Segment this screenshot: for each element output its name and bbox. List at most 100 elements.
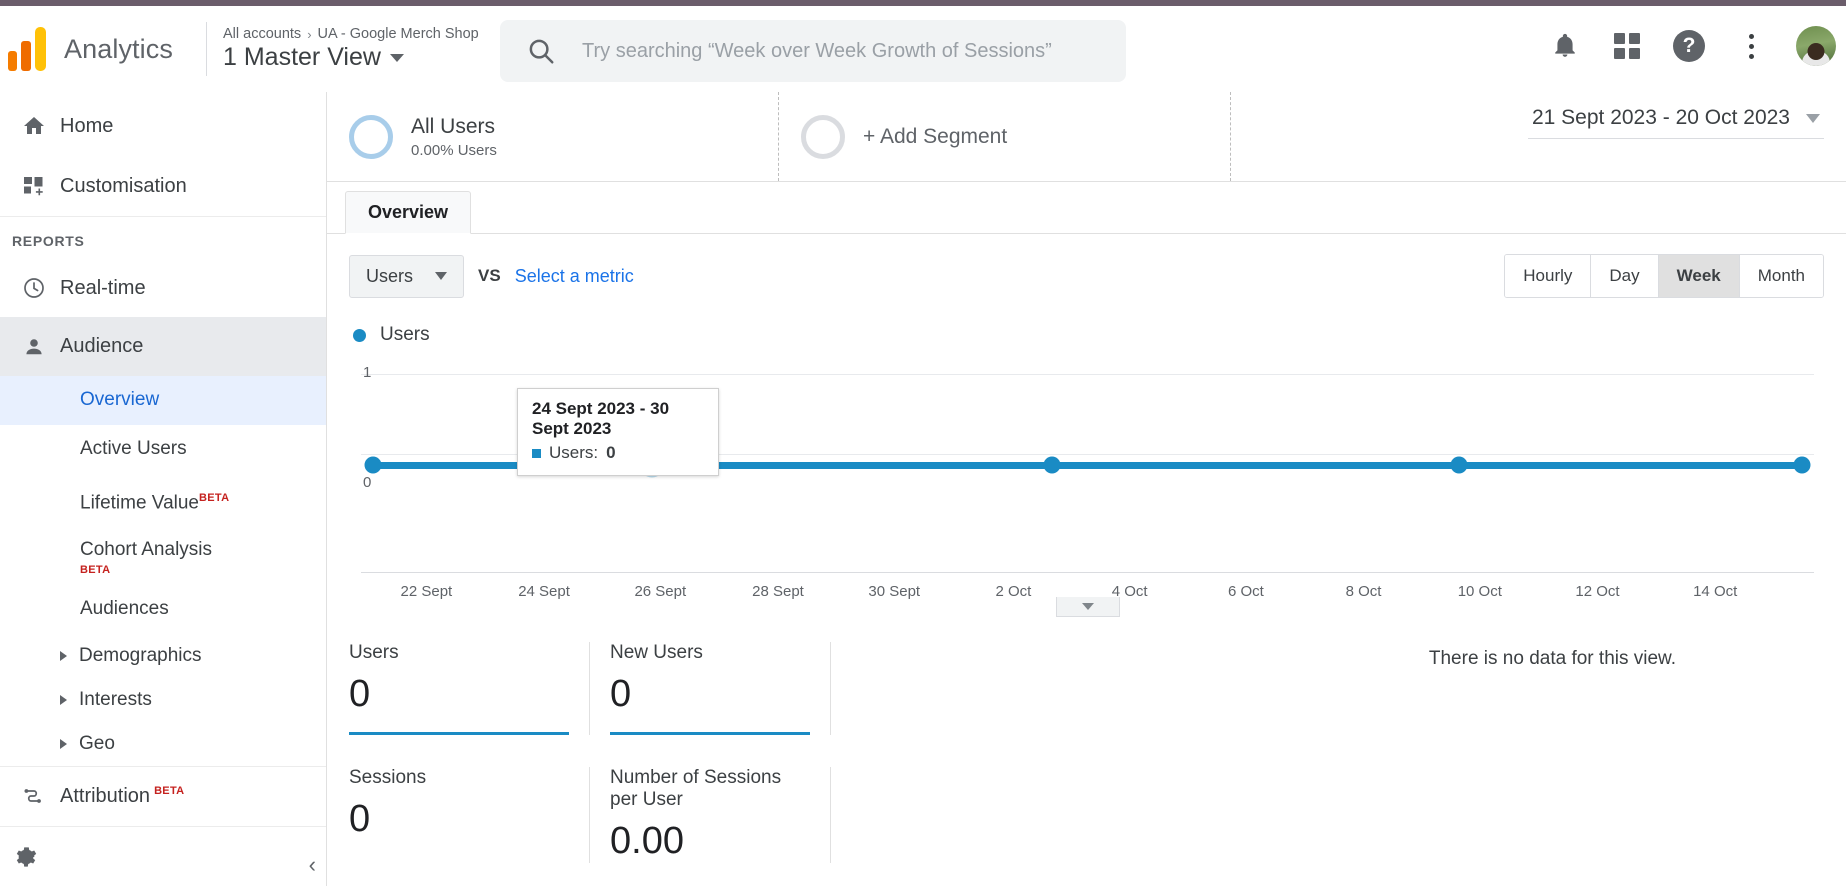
sidebar-group-demographics[interactable]: Demographics — [0, 634, 326, 678]
sidebar-item-home[interactable]: Home — [0, 96, 326, 156]
chevron-down-icon — [1081, 603, 1094, 610]
sidebar-item-customisation[interactable]: Customisation — [0, 156, 326, 216]
apps-grid-icon[interactable] — [1610, 29, 1644, 63]
metric-card-label: Users — [349, 642, 399, 663]
sidebar-bottom-section: Attribution BETA — [0, 766, 326, 886]
sidebar-top-section: Home Customisation — [0, 92, 326, 217]
kebab-menu-icon[interactable] — [1734, 29, 1768, 63]
sidebar-subitem-label: Overview — [80, 388, 160, 410]
metric-card-value: 0 — [610, 673, 632, 715]
brand-title: Analytics — [64, 33, 173, 64]
x-axis-tick: 14 Oct — [1693, 583, 1738, 600]
home-icon — [8, 114, 60, 138]
metric-card-label: Number of Sessions per User — [610, 767, 782, 810]
granularity-toggle-group: Hourly Day Week Month — [1504, 254, 1824, 298]
sidebar-item-label: Audience — [60, 335, 144, 358]
gear-icon — [0, 845, 52, 869]
sidebar-item-real-time[interactable]: Real-time — [0, 259, 326, 317]
x-axis-tick: 10 Oct — [1457, 583, 1502, 600]
app-body: Home Customisation REPORTS Real-time Aud… — [0, 92, 1846, 886]
main-content: All Users 0.00% Users + Add Segment 21 S… — [327, 92, 1846, 886]
segment-bar: All Users 0.00% Users + Add Segment 21 S… — [327, 92, 1846, 182]
metric-card-users: Users 0 — [349, 642, 590, 735]
primary-metric-selector[interactable]: Users — [349, 254, 465, 298]
date-range-picker[interactable]: 21 Sept 2023 - 20 Oct 2023 — [1527, 106, 1824, 139]
chevron-down-icon — [389, 53, 404, 62]
beta-badge: BETA — [154, 785, 185, 798]
tooltip-color-swatch — [532, 448, 541, 458]
breadcrumb-account[interactable]: All accounts — [223, 26, 301, 42]
granularity-day[interactable]: Day — [1591, 255, 1659, 297]
granularity-week[interactable]: Week — [1658, 255, 1740, 297]
header-actions: ? — [1548, 26, 1836, 66]
beta-badge: BETA — [199, 491, 230, 504]
x-axis-tick: 12 Oct — [1575, 583, 1620, 600]
sidebar-subitem-overview[interactable]: Overview — [0, 375, 326, 425]
date-range-area: 21 Sept 2023 - 20 Oct 2023 — [1231, 92, 1846, 181]
metric-card-value: 0 — [349, 673, 371, 715]
granularity-hourly[interactable]: Hourly — [1505, 255, 1592, 297]
sidebar-subitem-lifetime-value[interactable]: Lifetime ValueBETA — [0, 474, 326, 526]
sidebar-group-geo[interactable]: Geo — [0, 722, 326, 766]
search-icon — [529, 39, 554, 64]
breadcrumb[interactable]: All accounts › UA - Google Merch Shop — [223, 26, 479, 42]
breadcrumb-property[interactable]: UA - Google Merch Shop — [318, 26, 479, 42]
x-axis-tick: 8 Oct — [1345, 583, 1382, 600]
metric-card-sessions-per-user: Number of Sessions per User 0.00 — [590, 767, 831, 863]
chart-plot-area: 1 0 24 Sept 2023 - 30 Sept 2023 Users: 0 — [349, 362, 1824, 572]
select-metric-link[interactable]: Select a metric — [515, 266, 634, 287]
metric-card-value: 0 — [349, 798, 371, 840]
vs-label: VS — [478, 266, 501, 285]
sidebar-group-label: Interests — [79, 688, 152, 710]
chart-data-point[interactable] — [1450, 456, 1468, 474]
segment-all-users[interactable]: All Users 0.00% Users — [327, 92, 779, 181]
x-axis-tick: 30 Sept — [868, 583, 921, 600]
collapse-sidebar-icon[interactable]: ‹ — [309, 852, 316, 878]
sidebar-subitem-audiences[interactable]: Audiences — [0, 585, 326, 634]
granularity-month[interactable]: Month — [1739, 255, 1823, 297]
chart-data-point[interactable] — [1793, 456, 1811, 474]
legend-color-swatch — [353, 328, 366, 342]
bell-icon[interactable] — [1548, 29, 1582, 63]
sidebar-subitem-label: Audiences — [80, 597, 169, 619]
customisation-icon — [8, 174, 60, 198]
search-bar[interactable] — [500, 20, 1126, 82]
view-name[interactable]: 1 Master View — [223, 43, 479, 72]
sidebar-item-attribution[interactable]: Attribution BETA — [0, 766, 326, 826]
y-axis-tick-max: 1 — [363, 364, 372, 381]
metric-card-sparkline — [610, 732, 810, 735]
account-selector[interactable]: All accounts › UA - Google Merch Shop 1 … — [223, 26, 479, 72]
x-axis-tick: 24 Sept — [518, 583, 570, 600]
search-input[interactable] — [582, 39, 1100, 63]
x-axis-tick: 26 Sept — [634, 583, 687, 600]
chevron-right-icon — [60, 694, 67, 705]
sidebar-subitem-cohort-analysis[interactable]: Cohort Analysis BETA — [0, 526, 326, 585]
x-axis-tick: 28 Sept — [752, 583, 804, 600]
tooltip-metric-value: 0 — [606, 443, 616, 462]
chart-data-point[interactable] — [1043, 456, 1061, 474]
no-data-message: There is no data for this view. — [1428, 648, 1676, 669]
metric-card-value: 0.00 — [610, 820, 684, 862]
chart-x-axis: 22 Sept 24 Sept 26 Sept 28 Sept 30 Sept … — [361, 572, 1814, 617]
add-segment-button[interactable]: + Add Segment — [779, 92, 1231, 181]
tab-overview[interactable]: Overview — [345, 191, 472, 234]
chart-data-point[interactable] — [364, 456, 382, 474]
help-icon[interactable]: ? — [1672, 29, 1706, 63]
sidebar-item-audience[interactable]: Audience — [0, 317, 326, 376]
chevron-right-icon — [60, 738, 67, 749]
beta-badge: BETA — [80, 564, 111, 577]
sidebar-item-label: Customisation — [60, 174, 187, 197]
sidebar-subitem-text: Lifetime Value — [80, 492, 199, 514]
attribution-icon — [8, 785, 60, 809]
date-range-label: 21 Sept 2023 - 20 Oct 2023 — [1531, 106, 1790, 129]
avatar[interactable] — [1796, 26, 1836, 66]
logo-area[interactable]: Analytics — [0, 27, 200, 71]
sidebar-item-admin[interactable] — [0, 826, 326, 886]
sidebar-group-interests[interactable]: Interests — [0, 678, 326, 722]
sidebar-subitem-text: Cohort Analysis — [80, 539, 213, 561]
segment-name: All Users — [411, 114, 496, 138]
metric-card-sparkline — [349, 732, 569, 735]
sidebar-subitem-active-users[interactable]: Active Users — [0, 425, 326, 474]
metric-card-sessions: Sessions 0 — [349, 767, 590, 863]
tab-bar: Overview — [327, 182, 1846, 234]
